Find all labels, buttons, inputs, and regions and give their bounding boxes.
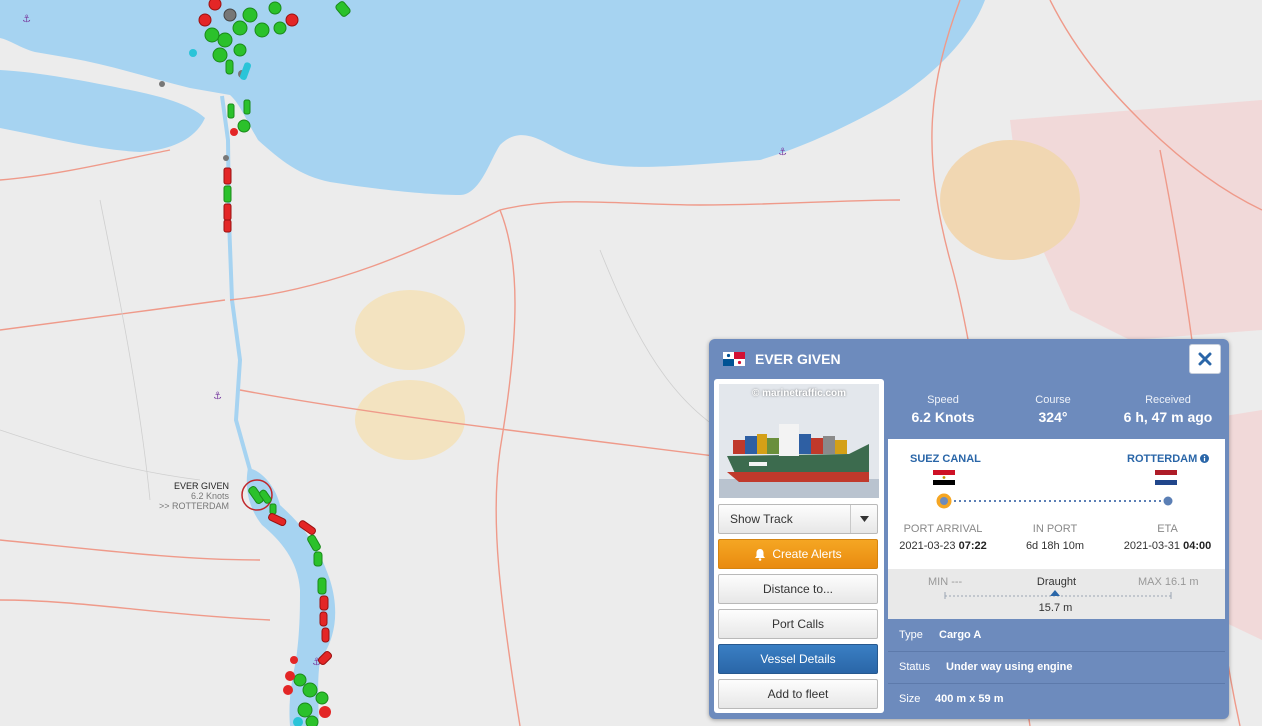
map-vessel-label-destination: >> ROTTERDAM [158, 501, 229, 511]
in-port-value: 6d 18h 10m [1025, 540, 1085, 552]
vessel-type-row: Type Cargo A [888, 619, 1225, 652]
vessel-status-row: Status Under way using engine [888, 651, 1225, 684]
netherlands-flag-icon [1155, 470, 1177, 485]
draught-box: MIN --- Draught MAX 16.1 m 15.7 m [888, 569, 1225, 619]
add-to-fleet-button[interactable]: Add to fleet [718, 679, 878, 709]
close-button[interactable] [1189, 344, 1221, 374]
course-stat: Course 324° [998, 394, 1108, 425]
vessel-photo[interactable]: © marinetraffic.com [719, 384, 879, 498]
destination-marker [1163, 496, 1173, 506]
port-arrival-time: 07:22 [958, 540, 987, 552]
in-port-label: IN PORT [1032, 523, 1078, 535]
port-calls-label: Port Calls [771, 617, 824, 631]
vessel-actions: © marinetraffic.com Show Track Create Al… [714, 379, 884, 713]
type-value: Cargo A [939, 629, 982, 641]
show-track-label: Show Track [730, 512, 793, 526]
voyage-box: SUEZ CANAL ROTTERDAM PORT ARRIVAL 2021-0… [888, 439, 1225, 569]
speed-stat: Speed 6.2 Knots [888, 394, 998, 425]
distance-to-button[interactable]: Distance to... [718, 574, 878, 604]
caret-down-icon [859, 516, 869, 522]
vessel-details-label: Vessel Details [760, 652, 836, 666]
speed-label: Speed [927, 394, 959, 406]
draught-marker [1050, 590, 1060, 596]
svg-text:⚓: ⚓ [213, 391, 222, 402]
received-value: 6 h, 47 m ago [1123, 409, 1213, 425]
distance-to-label: Distance to... [762, 582, 834, 596]
add-to-fleet-label: Add to fleet [767, 687, 829, 701]
port-calls-button[interactable]: Port Calls [718, 609, 878, 639]
egypt-flag-icon [933, 470, 955, 485]
map-vessel-label-speed: 6.2 Knots [190, 491, 229, 501]
eta: ETA 2021-03-31 04:00 [1110, 523, 1225, 552]
info-icon[interactable] [1200, 454, 1210, 463]
vessel-popup: EVER GIVEN © marinetraffic.com Show Trac… [709, 339, 1229, 719]
svg-text:⚓: ⚓ [778, 147, 787, 158]
draught-value: 15.7 m [1038, 602, 1073, 614]
map-vessel-label-name: EVER GIVEN [173, 481, 229, 491]
type-label: Type [899, 629, 923, 641]
destination-port-label: ROTTERDAM [1127, 453, 1198, 465]
vessel-info: Speed 6.2 Knots Course 324° Received 6 h… [888, 379, 1225, 715]
departure-port[interactable]: SUEZ CANAL [910, 453, 981, 465]
status-label: Status [899, 661, 931, 673]
voyage-progress [935, 492, 1173, 510]
port-arrival-value: 2021-03-23 07:22 [888, 540, 998, 552]
received-stat: Received 6 h, 47 m ago [1106, 394, 1230, 425]
ship-photo-illustration [719, 384, 879, 498]
speed-value: 6.2 Knots [911, 409, 975, 425]
received-label: Received [1145, 394, 1191, 406]
vessel-details-button[interactable]: Vessel Details [718, 644, 878, 674]
draught-scale [944, 590, 1172, 599]
create-alerts-label: Create Alerts [772, 547, 842, 561]
course-label: Course [1035, 394, 1071, 406]
size-value: 400 m x 59 m [935, 693, 1004, 705]
status-value: Under way using engine [946, 661, 1073, 673]
in-port: IN PORT 6d 18h 10m [999, 523, 1111, 552]
show-track-button[interactable]: Show Track [718, 504, 878, 534]
vessel-popup-header: EVER GIVEN [709, 339, 1229, 379]
vessel-size-row: Size 400 m x 59 m [888, 683, 1225, 715]
eta-date: 2021-03-31 [1123, 540, 1181, 552]
course-value: 324° [1038, 409, 1068, 425]
photo-credit: © marinetraffic.com [751, 388, 847, 399]
destination-port[interactable]: ROTTERDAM [1127, 453, 1210, 465]
show-track-dropdown[interactable] [850, 505, 877, 533]
bell-icon [755, 548, 766, 561]
size-label: Size [899, 693, 921, 705]
map-vessel-label: EVER GIVEN 6.2 Knots >> ROTTERDAM [150, 481, 229, 511]
port-arrival: PORT ARRIVAL 2021-03-23 07:22 [888, 523, 998, 552]
eta-time: 04:00 [1183, 540, 1212, 552]
svg-text:⚓: ⚓ [22, 14, 31, 25]
close-icon [1198, 352, 1212, 366]
eta-label: ETA [1157, 523, 1178, 535]
port-arrival-date: 2021-03-23 [899, 540, 956, 552]
vessel-name: EVER GIVEN [755, 351, 841, 367]
create-alerts-button[interactable]: Create Alerts [718, 539, 878, 569]
port-arrival-label: PORT ARRIVAL [903, 523, 983, 535]
eta-value: 2021-03-31 04:00 [1110, 540, 1225, 552]
panama-flag-icon [723, 352, 745, 366]
